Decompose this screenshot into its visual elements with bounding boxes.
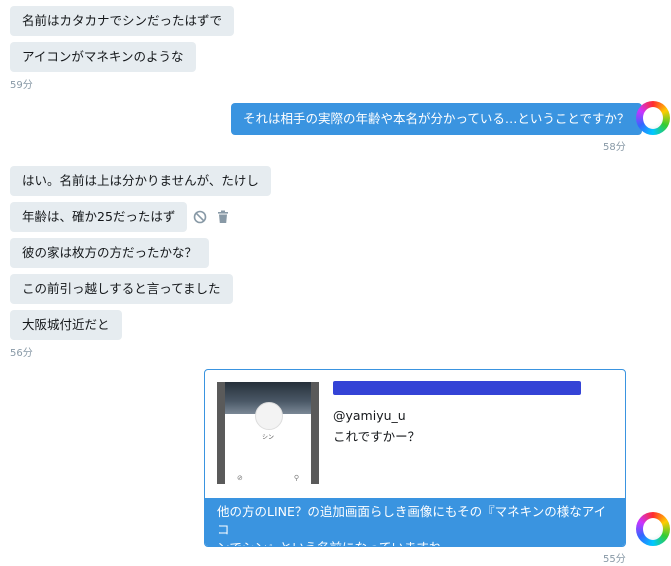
message-text: 名前はカタカナでシンだったはずで: [22, 13, 223, 28]
outgoing-media-message[interactable]: シン ⊘ ⚲ @yamiyu_u これですかー？ 他の方のLINE？の追加画面ら…: [204, 369, 626, 547]
attached-image[interactable]: シン ⊘ ⚲: [217, 382, 319, 484]
message-text: アイコンがマネキンのような: [22, 49, 184, 64]
dm-conversation: 名前はカタカナでシンだったはずで アイコンがマネキンのような 59分 それは相手…: [0, 0, 671, 566]
message-text: この前引っ越しすると言ってました: [22, 281, 221, 296]
outgoing-message[interactable]: それは相手の実際の年齢や本名が分かっている…ということですか？: [231, 103, 642, 135]
message-timestamp: 59分: [10, 80, 33, 91]
incoming-message[interactable]: アイコンがマネキンのような: [10, 42, 196, 72]
incoming-message[interactable]: 名前はカタカナでシンだったはずで: [10, 6, 235, 36]
person-icon: ⚲: [293, 474, 299, 482]
account-handle: @yamiyu_u: [333, 408, 406, 423]
redaction-bar: [333, 381, 581, 395]
profile-screenshot: シン ⊘ ⚲: [225, 382, 311, 484]
block-icon[interactable]: [193, 209, 207, 228]
incoming-message[interactable]: はい。名前は上は分かりませんが、たけし: [10, 166, 271, 196]
user-avatar[interactable]: [636, 101, 670, 135]
message-timestamp: 58分: [603, 142, 626, 153]
message-actions: [193, 209, 229, 228]
block-icon: ⊘: [237, 474, 243, 482]
message-text-line: 他の方のLINE？の追加画面らしき画像にもその『マネキンの様なアイコ: [217, 504, 607, 537]
message-timestamp: 55分: [603, 554, 626, 565]
profile-name: シン: [261, 434, 274, 441]
trash-icon[interactable]: [217, 209, 229, 228]
message-text-block: 他の方のLINE？の追加画面らしき画像にもその『マネキンの様なアイコ ンでシン』…: [205, 498, 625, 546]
mannequin-icon: [255, 402, 283, 430]
tweet-text: これですかー？: [333, 429, 421, 444]
message-text: はい。名前は上は分かりませんが、たけし: [22, 173, 259, 188]
incoming-message[interactable]: この前引っ越しすると言ってました: [10, 274, 233, 304]
message-text: それは相手の実際の年齢や本名が分かっている…ということですか？: [243, 111, 630, 126]
message-text-line: ンでシン』という名前になっていますね…: [217, 539, 613, 546]
incoming-message[interactable]: 彼の家は枚方の方だったかな？: [10, 238, 210, 268]
message-text: 彼の家は枚方の方だったかな？: [22, 245, 198, 260]
message-timestamp: 56分: [10, 348, 33, 359]
message-text: 年齢は、確か25だったはず: [22, 209, 176, 224]
user-avatar[interactable]: [636, 512, 670, 546]
profile-actions: ⊘ ⚲: [237, 474, 299, 482]
message-text: 大阪城付近だと: [22, 317, 110, 332]
incoming-message[interactable]: 大阪城付近だと: [10, 310, 122, 340]
incoming-message[interactable]: 年齢は、確か25だったはず: [10, 202, 188, 232]
